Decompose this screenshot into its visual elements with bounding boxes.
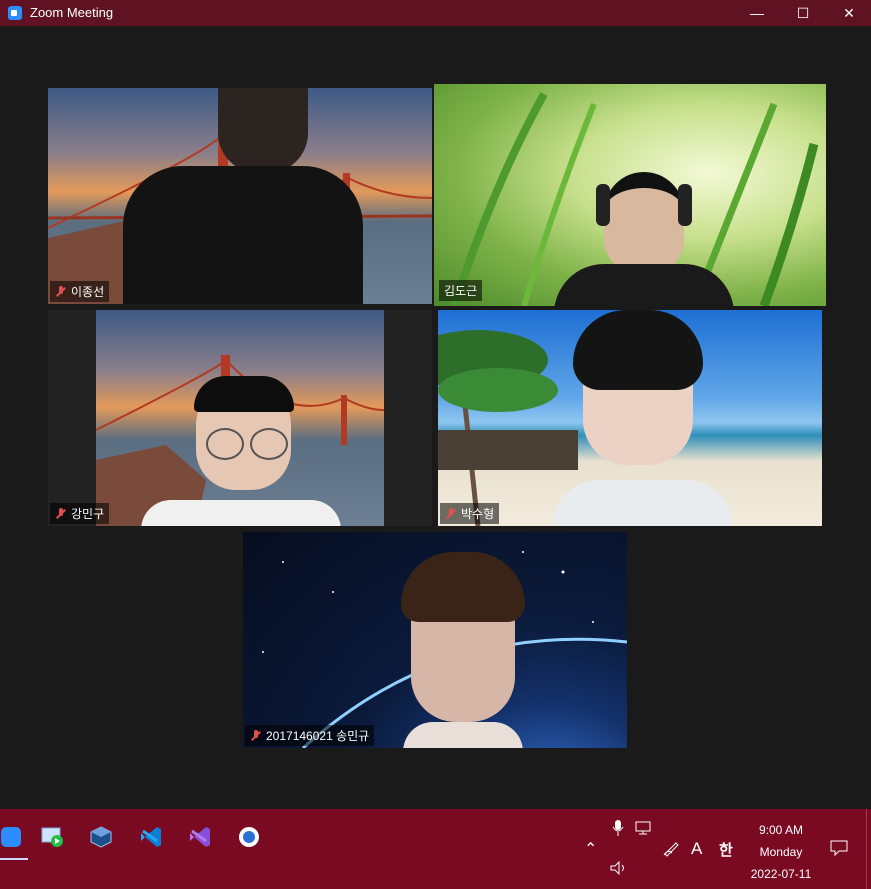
participant-name: 박수형 (461, 507, 495, 521)
participant-name: 이종선 (71, 285, 105, 299)
minimize-button[interactable]: — (734, 0, 780, 26)
mic-muted-icon (250, 729, 262, 742)
video-tile[interactable]: 이종선 (48, 88, 432, 304)
media-player-icon[interactable] (35, 820, 69, 854)
participant-video (548, 310, 738, 526)
video-tile[interactable]: 강민구 (48, 310, 432, 526)
participant-label: 이종선 (50, 281, 110, 302)
participant-name: 2017146021 송민규 (266, 729, 370, 743)
participant-video (383, 552, 543, 748)
mic-muted-icon (445, 507, 457, 520)
virtualbox-icon[interactable] (84, 820, 118, 854)
zoom-taskbar-icon[interactable] (0, 820, 28, 860)
app-icon[interactable] (232, 820, 266, 854)
clock-day: Monday (759, 845, 803, 859)
participant-name: 강민구 (71, 507, 105, 521)
mic-muted-icon (55, 285, 67, 298)
participant-label: 2017146021 송민규 (245, 725, 375, 746)
participant-name: 김도근 (444, 284, 478, 298)
participant-video (544, 164, 744, 306)
video-grid: 이종선 김도근 강민구 박수형 2017146021 송민규 (0, 26, 871, 809)
mic-muted-icon (55, 507, 67, 520)
clock[interactable]: 9:00 AM Monday 2022-07-11 (738, 819, 824, 885)
window-title: Zoom Meeting (30, 5, 114, 20)
notifications-icon[interactable] (830, 840, 848, 859)
network-icon[interactable] (634, 821, 652, 838)
visual-studio-icon[interactable] (183, 820, 217, 854)
close-button[interactable]: ✕ (826, 0, 871, 26)
clock-time: 9:00 AM (758, 823, 804, 837)
zoom-icon (8, 6, 22, 20)
virtual-background (96, 310, 384, 526)
title-bar: Zoom Meeting — ☐ ✕ (0, 0, 871, 26)
video-tile[interactable]: 2017146021 송민규 (243, 532, 627, 748)
ime-language-indicator[interactable]: A (691, 839, 702, 859)
taskbar: ⌃ A 한 9:00 AM Monday 2022-07-11 (0, 809, 871, 889)
participant-label: 김도근 (439, 280, 483, 301)
clock-date: 2022-07-11 (750, 867, 812, 881)
video-tile-active-speaker[interactable]: 김도근 (434, 84, 826, 306)
show-hidden-icons-chevron-icon[interactable]: ⌃ (584, 839, 597, 859)
maximize-button[interactable]: ☐ (780, 0, 826, 26)
participant-label: 박수형 (440, 503, 500, 524)
pen-icon[interactable] (662, 839, 680, 860)
vscode-icon[interactable] (134, 820, 168, 854)
video-tile[interactable]: 박수형 (438, 310, 822, 526)
microphone-icon[interactable] (612, 819, 624, 840)
show-desktop-button[interactable] (866, 809, 867, 889)
ime-mode-indicator[interactable]: 한 (719, 839, 733, 860)
volume-icon[interactable] (610, 860, 628, 878)
participant-video (123, 88, 363, 304)
participant-label: 강민구 (50, 503, 110, 524)
